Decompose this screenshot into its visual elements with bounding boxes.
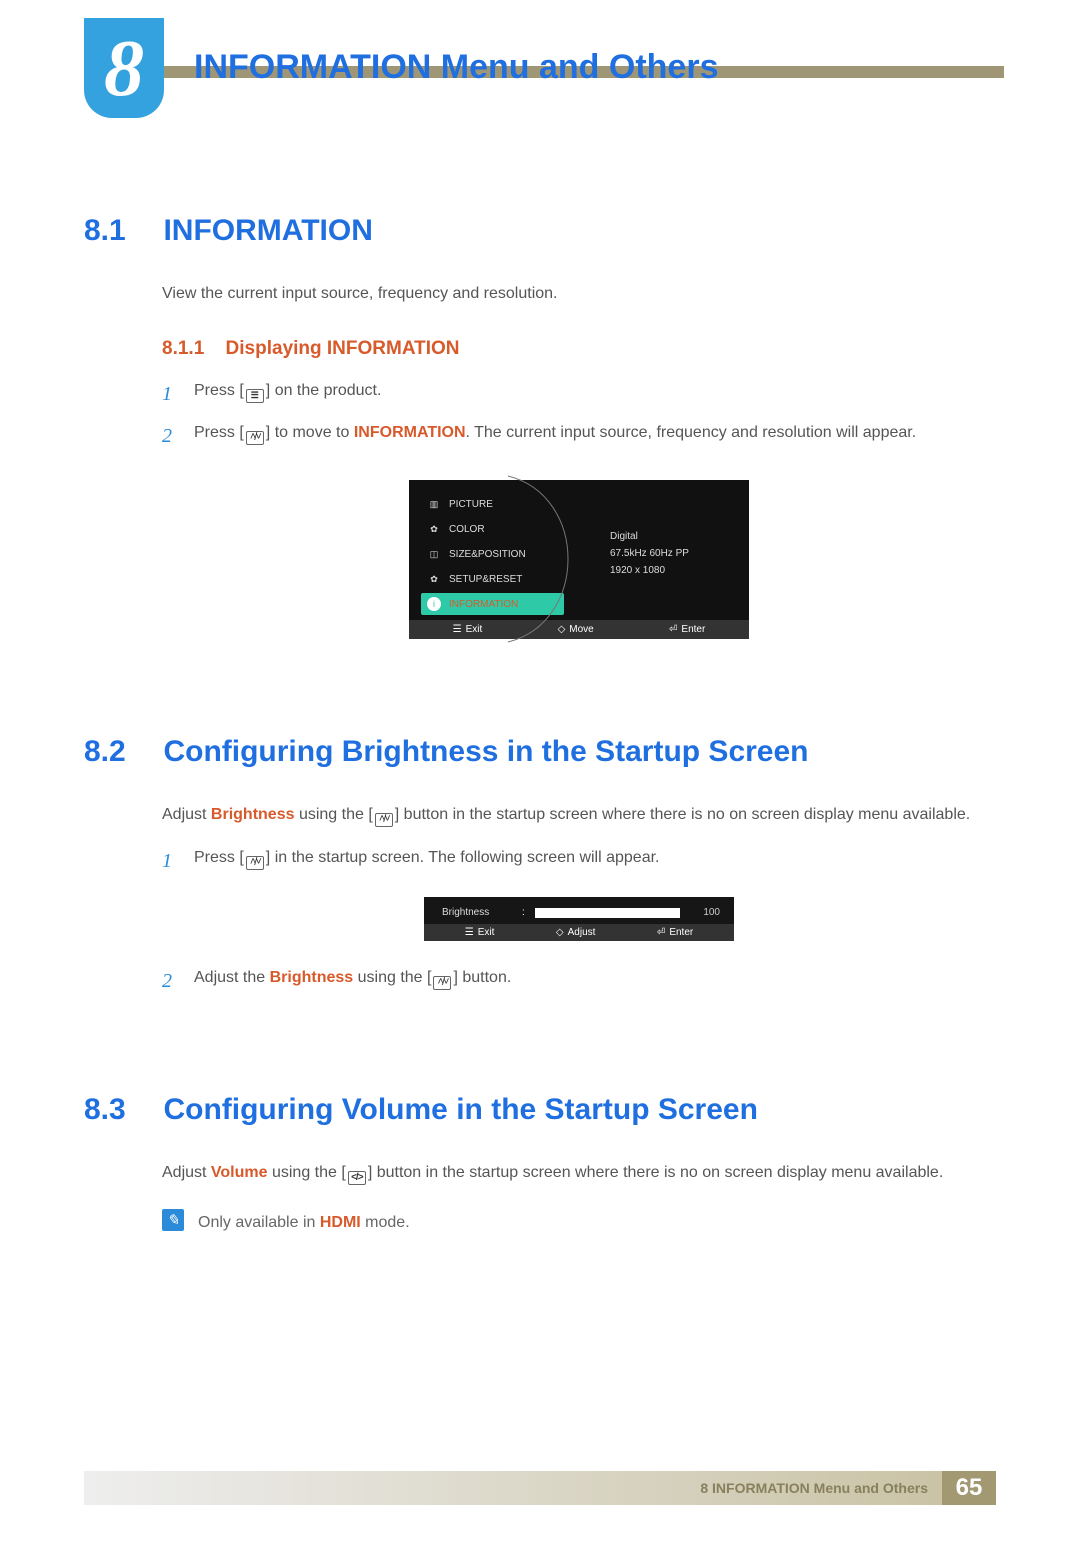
note: ✎ Only available in HDMI mode. bbox=[162, 1209, 996, 1235]
section-title: INFORMATION bbox=[163, 214, 372, 248]
subsection-title: Displaying INFORMATION bbox=[226, 338, 460, 359]
section-description: Adjust Brightness using the [˄/˅] button… bbox=[162, 803, 996, 827]
chapter-number-badge: 8 bbox=[84, 18, 164, 118]
menu-icon: ☰ bbox=[453, 624, 462, 635]
page-footer: 8 INFORMATION Menu and Others 65 bbox=[84, 1471, 996, 1505]
info-icon: i bbox=[427, 597, 441, 611]
brightness-label: Brightness bbox=[442, 907, 512, 918]
osd-arc-decoration bbox=[498, 472, 630, 702]
section-8-1: 8.1 INFORMATION View the current input s… bbox=[84, 214, 996, 639]
page-header: 8 INFORMATION Menu and Others bbox=[0, 18, 1080, 118]
step-2: 2 Adjust the Brightness using the [˄/˅] … bbox=[162, 965, 996, 997]
step-1: 1 Press [☰] on the product. bbox=[162, 378, 996, 410]
brightness-osd-figure: Brightness : 100 ☰Exit ◇Adjust ⏎Enter bbox=[424, 897, 734, 941]
brightness-osd-footer: ☰Exit ◇Adjust ⏎Enter bbox=[424, 924, 734, 941]
enter-icon: ⏎ bbox=[657, 927, 665, 938]
section-number: 8.1 bbox=[84, 214, 159, 248]
section-8-2: 8.2 Configuring Brightness in the Startu… bbox=[84, 735, 996, 997]
section-description: View the current input source, frequency… bbox=[162, 282, 996, 306]
color-icon: ✿ bbox=[427, 522, 441, 536]
updown-button-icon: ˄/˅ bbox=[433, 976, 451, 990]
updown-button-icon: ˄/˅ bbox=[246, 856, 264, 870]
subsection-number: 8.1.1 bbox=[162, 338, 204, 359]
note-icon: ✎ bbox=[162, 1209, 184, 1231]
menu-button-icon: ☰ bbox=[246, 389, 264, 403]
step-2: 2 Press [˄/˅] to move to INFORMATION. Th… bbox=[162, 420, 996, 452]
updown-button-icon: ˄/˅ bbox=[375, 813, 393, 827]
section-title: Configuring Volume in the Startup Screen bbox=[163, 1093, 757, 1127]
enter-icon: ⏎ bbox=[669, 624, 677, 635]
setup-icon: ✿ bbox=[427, 572, 441, 586]
section-description: Adjust Volume using the [</>] button in … bbox=[162, 1161, 996, 1185]
footer-text: 8 INFORMATION Menu and Others bbox=[700, 1480, 928, 1496]
brightness-bar bbox=[535, 908, 680, 918]
page-number: 65 bbox=[942, 1471, 996, 1505]
leftright-button-icon: </> bbox=[348, 1171, 366, 1185]
diamond-icon: ◇ bbox=[556, 927, 564, 938]
section-8-3: 8.3 Configuring Volume in the Startup Sc… bbox=[84, 1093, 996, 1235]
size-icon: ◫ bbox=[427, 547, 441, 561]
section-title: Configuring Brightness in the Startup Sc… bbox=[163, 735, 808, 769]
menu-icon: ☰ bbox=[465, 927, 474, 938]
osd-menu-figure: ▥PICTURE ✿COLOR ◫SIZE&POSITION ✿SETUP&RE… bbox=[409, 480, 749, 639]
section-number: 8.3 bbox=[84, 1093, 159, 1127]
subsection-heading: 8.1.1 Displaying INFORMATION bbox=[162, 338, 996, 360]
chapter-title: INFORMATION Menu and Others bbox=[194, 48, 718, 87]
brightness-value: 100 bbox=[690, 907, 720, 918]
updown-button-icon: ˄/˅ bbox=[246, 431, 264, 445]
step-1: 1 Press [˄/˅] in the startup screen. The… bbox=[162, 845, 996, 877]
picture-icon: ▥ bbox=[427, 497, 441, 511]
section-number: 8.2 bbox=[84, 735, 159, 769]
